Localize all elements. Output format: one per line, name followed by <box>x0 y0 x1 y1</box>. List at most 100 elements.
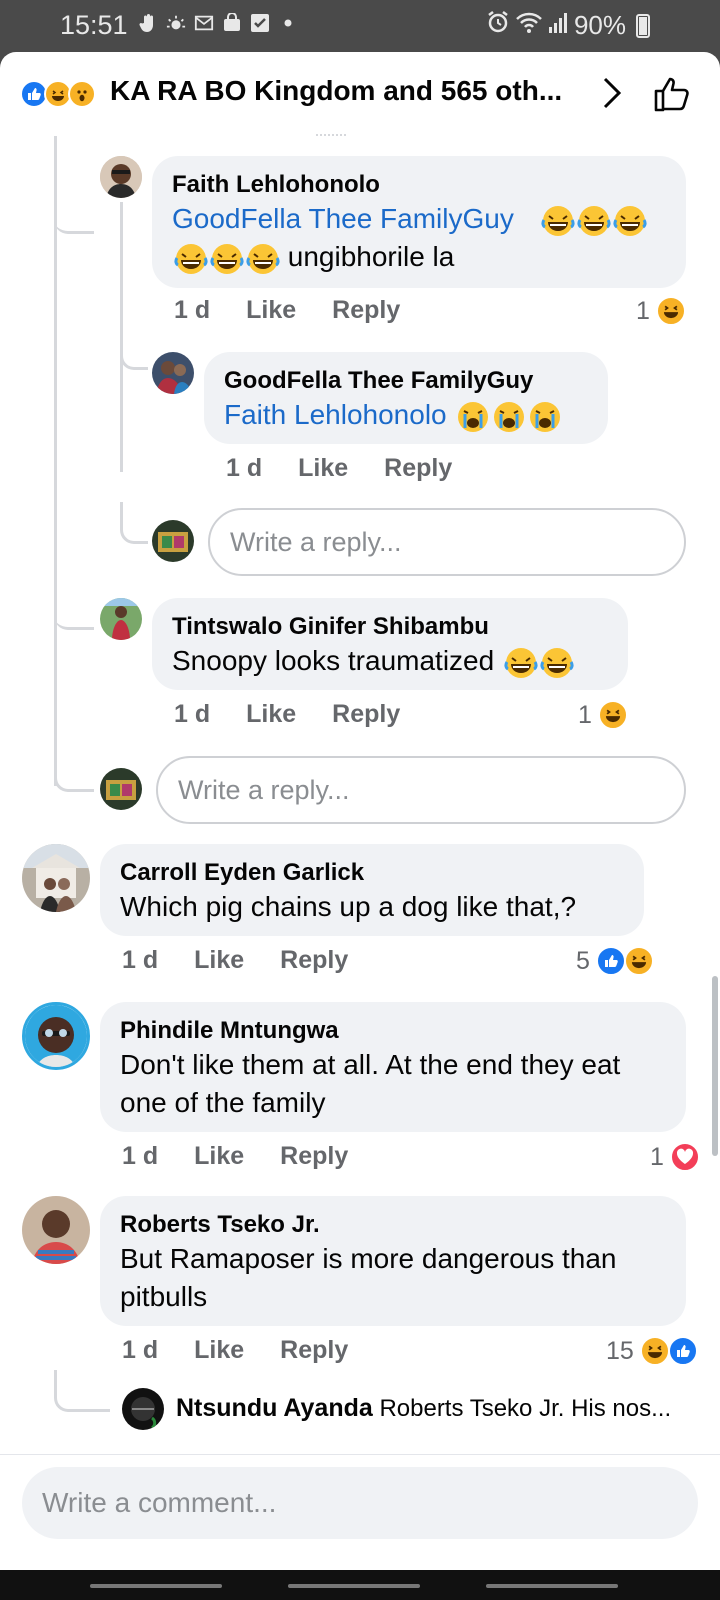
comment-body: ungibhorile la <box>287 241 455 272</box>
thread-branch <box>54 572 94 630</box>
thread-line <box>54 136 57 786</box>
comment-bubble[interactable]: Roberts Tseko Jr. But Ramaposer is more … <box>100 1196 686 1326</box>
reply-button[interactable]: Reply <box>280 946 348 975</box>
reply-button[interactable]: Reply <box>332 296 400 325</box>
wifi-icon <box>516 10 542 41</box>
nav-recent[interactable] <box>90 1584 222 1588</box>
chevron-right-icon[interactable] <box>598 76 626 110</box>
like-button[interactable]: Like <box>246 296 296 325</box>
comment-author[interactable]: Roberts Tseko Jr. <box>120 1210 666 1240</box>
laugh-cry-emoji-icon <box>208 241 244 274</box>
comment-actions: 1 d Like Reply <box>226 454 488 483</box>
mention-link[interactable]: Faith Lehlohonolo <box>224 399 447 430</box>
like-button[interactable]: Like <box>246 700 296 729</box>
nav-home[interactable] <box>288 1584 420 1588</box>
love-reaction-icon <box>669 1142 700 1172</box>
avatar[interactable] <box>22 1196 90 1264</box>
clock: 15:51 <box>60 10 128 40</box>
reaction-count[interactable]: 1 <box>650 1142 700 1172</box>
haha-reaction-icon <box>597 700 628 730</box>
comment-input[interactable]: Write a comment... <box>22 1467 698 1539</box>
comments-sheet: KA RA BO Kingdom and 565 oth... Faith Le… <box>0 52 720 1570</box>
laugh-cry-emoji-icon <box>611 203 648 236</box>
reaction-summary[interactable] <box>20 80 96 108</box>
wow-reaction-icon <box>68 80 96 108</box>
status-bar: 15:51 90% <box>0 0 720 52</box>
thread-branch <box>54 136 94 234</box>
comment-time: 1 d <box>122 1336 159 1364</box>
like-button[interactable]: Like <box>194 1142 244 1171</box>
reaction-count-value: 1 <box>650 1142 664 1171</box>
reply-button[interactable]: Reply <box>280 1336 348 1365</box>
like-reaction-icon <box>595 946 626 976</box>
reaction-count[interactable]: 5 <box>576 946 654 976</box>
comment-bubble[interactable]: GoodFella Thee FamilyGuy Faith Lehlohono… <box>204 352 608 444</box>
notification-icons <box>138 13 298 33</box>
system-status: 90% <box>486 10 650 41</box>
comment-body: Don't like them at all. At the end they … <box>120 1049 621 1118</box>
reply-button[interactable]: Reply <box>332 700 400 729</box>
haha-reaction-icon <box>639 1336 670 1366</box>
reply-button[interactable]: Reply <box>280 1142 348 1171</box>
avatar[interactable] <box>100 156 142 198</box>
reply-preview[interactable]: Ntsundu Ayanda Roberts Tseko Jr. His nos… <box>176 1394 671 1423</box>
comment-bubble[interactable]: Phindile Mntungwa Don't like them at all… <box>100 1002 686 1132</box>
comment-bubble[interactable]: Carroll Eyden Garlick Which pig chains u… <box>100 844 644 936</box>
check-icon <box>250 13 270 33</box>
reaction-count-value: 5 <box>576 946 590 975</box>
reaction-count[interactable]: 1 <box>636 296 686 326</box>
comment-actions: 1 d Like Reply <box>174 296 436 325</box>
reaction-count[interactable]: 1 <box>578 700 628 730</box>
avatar[interactable] <box>100 598 142 640</box>
comment-body: But Ramaposer is more dangerous than pit… <box>120 1243 617 1312</box>
avatar[interactable] <box>122 1388 164 1430</box>
reply-placeholder: Write a reply... <box>178 774 350 805</box>
laugh-cry-emoji-icon <box>538 645 574 678</box>
avatar <box>152 520 194 562</box>
nav-back[interactable] <box>486 1584 618 1588</box>
reaction-count[interactable]: 15 <box>606 1336 698 1366</box>
like-button[interactable]: Like <box>194 1336 244 1365</box>
mention-link[interactable]: GoodFella Thee FamilyGuy <box>172 203 514 234</box>
like-button[interactable]: Like <box>298 454 348 483</box>
haha-reaction-icon <box>623 946 654 976</box>
avatar[interactable] <box>22 844 90 912</box>
comment-actions: 1 d Like Reply <box>122 946 384 975</box>
thread-branch-inner <box>120 332 148 370</box>
comment-author[interactable]: Carroll Eyden Garlick <box>120 858 624 888</box>
reply-author[interactable]: Ntsundu Ayanda <box>176 1394 373 1422</box>
comment-body: Snoopy looks traumatized <box>172 645 495 676</box>
reply-text: Roberts Tseko Jr. His nos... <box>379 1395 672 1422</box>
laugh-cry-emoji-icon <box>244 241 280 274</box>
laugh-cry-emoji-icon <box>539 203 576 236</box>
reply-input[interactable]: Write a reply... <box>208 508 686 576</box>
dot-icon <box>278 13 298 33</box>
like-icon[interactable] <box>652 74 692 114</box>
comment-bubble[interactable]: Tintswalo Ginifer Shibambu Snoopy looks … <box>152 598 628 690</box>
scrollbar[interactable] <box>712 976 718 1156</box>
comment-bubble[interactable]: Faith Lehlohonolo GoodFella Thee FamilyG… <box>152 156 686 288</box>
signal-icon <box>548 10 568 41</box>
comment-time: 1 d <box>174 700 211 728</box>
crying-emoji-icon <box>526 399 562 432</box>
bag-icon <box>222 13 242 33</box>
thread-branch <box>54 742 94 792</box>
comment-composer: Write a comment... <box>0 1454 720 1570</box>
comment-text: Snoopy looks traumatized <box>172 642 608 680</box>
avatar[interactable] <box>152 352 194 394</box>
reply-input[interactable]: Write a reply... <box>156 756 686 824</box>
avatar[interactable] <box>22 1002 90 1070</box>
like-button[interactable]: Like <box>194 946 244 975</box>
reactions-header[interactable]: KA RA BO Kingdom and 565 oth... <box>0 52 720 136</box>
thread-branch <box>54 1370 110 1412</box>
crying-emoji-icon <box>454 399 490 432</box>
comment-time: 1 d <box>122 1142 159 1170</box>
comment-author[interactable]: GoodFella Thee FamilyGuy <box>224 366 588 396</box>
comment-placeholder: Write a comment... <box>42 1487 277 1518</box>
comment-author[interactable]: Faith Lehlohonolo <box>172 170 666 200</box>
reactions-title[interactable]: KA RA BO Kingdom and 565 oth... <box>110 75 562 107</box>
comment-author[interactable]: Tintswalo Ginifer Shibambu <box>172 612 608 642</box>
reply-button[interactable]: Reply <box>384 454 452 483</box>
thread-fade <box>316 132 346 136</box>
comment-author[interactable]: Phindile Mntungwa <box>120 1016 666 1046</box>
